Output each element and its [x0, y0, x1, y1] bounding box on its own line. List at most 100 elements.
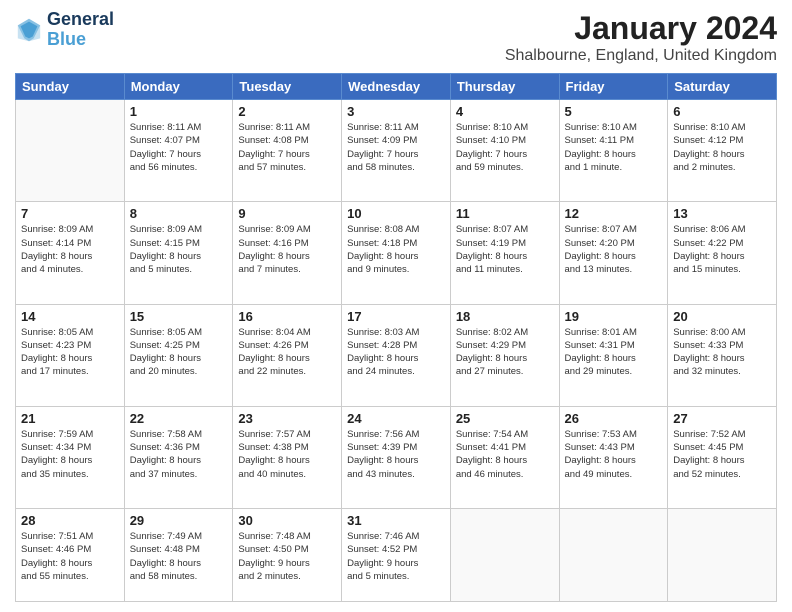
weekday-header-thursday: Thursday: [450, 74, 559, 100]
day-info: Sunrise: 8:07 AM Sunset: 4:19 PM Dayligh…: [456, 223, 554, 276]
day-number: 18: [456, 309, 554, 324]
calendar-cell: 20Sunrise: 8:00 AM Sunset: 4:33 PM Dayli…: [668, 304, 777, 406]
day-number: 21: [21, 411, 119, 426]
weekday-header-monday: Monday: [124, 74, 233, 100]
day-number: 5: [565, 104, 663, 119]
day-number: 9: [238, 206, 336, 221]
day-info: Sunrise: 8:00 AM Sunset: 4:33 PM Dayligh…: [673, 326, 771, 379]
calendar-cell: 28 Sunrise: 7:51 AM Sunset: 4:46 PM Dayli…: [16, 509, 125, 602]
calendar-cell: 6 Sunrise: 8:10 AM Sunset: 4:12 PM Daylig…: [668, 100, 777, 202]
day-number: 13: [673, 206, 771, 221]
day-number: 31: [347, 513, 445, 528]
weekday-header-saturday: Saturday: [668, 74, 777, 100]
day-number: 10: [347, 206, 445, 221]
calendar-table: SundayMondayTuesdayWednesdayThursdayFrid…: [15, 73, 777, 602]
calendar-cell: 26 Sunrise: 7:53 AM Sunset: 4:43 PM Dayli…: [559, 406, 668, 508]
page: General Blue January 2024 Shalbourne, En…: [0, 0, 792, 612]
day-number: 27: [673, 411, 771, 426]
day-info: Sunrise: 8:02 AM Sunset: 4:29 PM Dayligh…: [456, 326, 554, 379]
day-info: Sunrise: 8:10 AM Sunset: 4:12 PM Dayligh…: [673, 121, 771, 174]
calendar-cell: 31 Sunrise: 7:46 AM Sunset: 4:52 PM Dayli…: [342, 509, 451, 602]
calendar-cell: 17 Sunrise: 8:03 AM Sunset: 4:28 PM Dayli…: [342, 304, 451, 406]
calendar-cell: 1 Sunrise: 8:11 AM Sunset: 4:07 PM Daylig…: [124, 100, 233, 202]
calendar-week-row: 21 Sunrise: 7:59 AM Sunset: 4:34 PM Dayli…: [16, 406, 777, 508]
day-info: Sunrise: 8:11 AM Sunset: 4:07 PM Dayligh…: [130, 121, 228, 174]
day-info: Sunrise: 7:57 AM Sunset: 4:38 PM Dayligh…: [238, 428, 336, 481]
calendar-cell: 16Sunrise: 8:04 AM Sunset: 4:26 PM Dayli…: [233, 304, 342, 406]
calendar-cell: [668, 509, 777, 602]
weekday-header-tuesday: Tuesday: [233, 74, 342, 100]
day-number: 19: [565, 309, 663, 324]
calendar-cell: 4 Sunrise: 8:10 AM Sunset: 4:10 PM Daylig…: [450, 100, 559, 202]
calendar-cell: 21 Sunrise: 7:59 AM Sunset: 4:34 PM Dayli…: [16, 406, 125, 508]
day-info: Sunrise: 8:08 AM Sunset: 4:18 PM Dayligh…: [347, 223, 445, 276]
day-info: Sunrise: 7:54 AM Sunset: 4:41 PM Dayligh…: [456, 428, 554, 481]
day-number: 23: [238, 411, 336, 426]
day-number: 6: [673, 104, 771, 119]
day-info: Sunrise: 7:56 AM Sunset: 4:39 PM Dayligh…: [347, 428, 445, 481]
day-number: 1: [130, 104, 228, 119]
day-info: Sunrise: 7:51 AM Sunset: 4:46 PM Dayligh…: [21, 530, 119, 583]
day-number: 3: [347, 104, 445, 119]
day-info: Sunrise: 7:58 AM Sunset: 4:36 PM Dayligh…: [130, 428, 228, 481]
calendar-cell: 15 Sunrise: 8:05 AM Sunset: 4:25 PM Dayli…: [124, 304, 233, 406]
day-number: 4: [456, 104, 554, 119]
location: Shalbourne, England, United Kingdom: [505, 47, 777, 65]
day-number: 24: [347, 411, 445, 426]
calendar-cell: 22Sunrise: 7:58 AM Sunset: 4:36 PM Dayli…: [124, 406, 233, 508]
day-number: 29: [130, 513, 228, 528]
calendar-cell: 13 Sunrise: 8:06 AM Sunset: 4:22 PM Dayli…: [668, 202, 777, 304]
day-number: 12: [565, 206, 663, 221]
day-info: Sunrise: 8:09 AM Sunset: 4:15 PM Dayligh…: [130, 223, 228, 276]
header: General Blue January 2024 Shalbourne, En…: [15, 10, 777, 65]
weekday-header-wednesday: Wednesday: [342, 74, 451, 100]
day-info: Sunrise: 7:49 AM Sunset: 4:48 PM Dayligh…: [130, 530, 228, 583]
day-info: Sunrise: 8:03 AM Sunset: 4:28 PM Dayligh…: [347, 326, 445, 379]
day-number: 30: [238, 513, 336, 528]
calendar-cell: 29 Sunrise: 7:49 AM Sunset: 4:48 PM Dayli…: [124, 509, 233, 602]
calendar-cell: 25Sunrise: 7:54 AM Sunset: 4:41 PM Dayli…: [450, 406, 559, 508]
calendar-cell: 19 Sunrise: 8:01 AM Sunset: 4:31 PM Dayli…: [559, 304, 668, 406]
calendar-cell: 10 Sunrise: 8:08 AM Sunset: 4:18 PM Dayli…: [342, 202, 451, 304]
calendar-cell: 11 Sunrise: 8:07 AM Sunset: 4:19 PM Dayli…: [450, 202, 559, 304]
day-info: Sunrise: 7:53 AM Sunset: 4:43 PM Dayligh…: [565, 428, 663, 481]
day-number: 14: [21, 309, 119, 324]
calendar-week-row: 1 Sunrise: 8:11 AM Sunset: 4:07 PM Daylig…: [16, 100, 777, 202]
day-number: 15: [130, 309, 228, 324]
calendar-header-row: SundayMondayTuesdayWednesdayThursdayFrid…: [16, 74, 777, 100]
calendar-cell: [450, 509, 559, 602]
day-info: Sunrise: 7:52 AM Sunset: 4:45 PM Dayligh…: [673, 428, 771, 481]
calendar-cell: 5Sunrise: 8:10 AM Sunset: 4:11 PM Daylig…: [559, 100, 668, 202]
day-number: 11: [456, 206, 554, 221]
logo-icon: [15, 16, 43, 44]
calendar-cell: 2Sunrise: 8:11 AM Sunset: 4:08 PM Daylig…: [233, 100, 342, 202]
month-title: January 2024: [505, 10, 777, 47]
calendar-cell: 23 Sunrise: 7:57 AM Sunset: 4:38 PM Dayli…: [233, 406, 342, 508]
day-number: 16: [238, 309, 336, 324]
day-info: Sunrise: 8:09 AM Sunset: 4:16 PM Dayligh…: [238, 223, 336, 276]
calendar-cell: 7Sunrise: 8:09 AM Sunset: 4:14 PM Daylig…: [16, 202, 125, 304]
day-number: 26: [565, 411, 663, 426]
day-info: Sunrise: 7:48 AM Sunset: 4:50 PM Dayligh…: [238, 530, 336, 583]
day-number: 17: [347, 309, 445, 324]
day-info: Sunrise: 8:06 AM Sunset: 4:22 PM Dayligh…: [673, 223, 771, 276]
day-info: Sunrise: 8:11 AM Sunset: 4:09 PM Dayligh…: [347, 121, 445, 174]
day-info: Sunrise: 8:10 AM Sunset: 4:10 PM Dayligh…: [456, 121, 554, 174]
calendar-cell: 27 Sunrise: 7:52 AM Sunset: 4:45 PM Dayli…: [668, 406, 777, 508]
day-info: Sunrise: 7:46 AM Sunset: 4:52 PM Dayligh…: [347, 530, 445, 583]
day-info: Sunrise: 8:09 AM Sunset: 4:14 PM Dayligh…: [21, 223, 119, 276]
calendar-cell: 30 Sunrise: 7:48 AM Sunset: 4:50 PM Dayli…: [233, 509, 342, 602]
day-number: 28: [21, 513, 119, 528]
day-info: Sunrise: 7:59 AM Sunset: 4:34 PM Dayligh…: [21, 428, 119, 481]
title-area: January 2024 Shalbourne, England, United…: [505, 10, 777, 65]
calendar-week-row: 14 Sunrise: 8:05 AM Sunset: 4:23 PM Dayli…: [16, 304, 777, 406]
day-number: 2: [238, 104, 336, 119]
day-info: Sunrise: 8:05 AM Sunset: 4:23 PM Dayligh…: [21, 326, 119, 379]
logo: General Blue: [15, 10, 114, 50]
day-info: Sunrise: 8:05 AM Sunset: 4:25 PM Dayligh…: [130, 326, 228, 379]
weekday-header-sunday: Sunday: [16, 74, 125, 100]
day-info: Sunrise: 8:01 AM Sunset: 4:31 PM Dayligh…: [565, 326, 663, 379]
calendar-cell: 18 Sunrise: 8:02 AM Sunset: 4:29 PM Dayli…: [450, 304, 559, 406]
calendar-cell: 14 Sunrise: 8:05 AM Sunset: 4:23 PM Dayli…: [16, 304, 125, 406]
calendar-cell: 3 Sunrise: 8:11 AM Sunset: 4:09 PM Daylig…: [342, 100, 451, 202]
